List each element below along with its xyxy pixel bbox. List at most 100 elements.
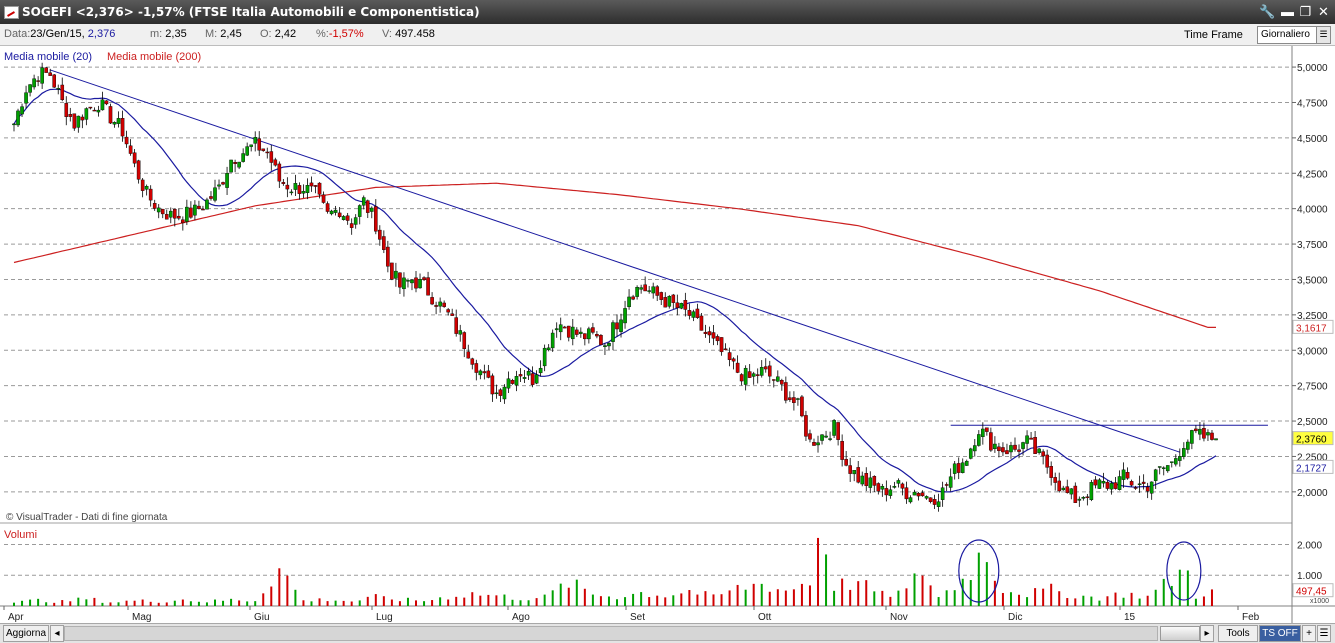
candle-body — [462, 332, 467, 350]
plus-icon[interactable]: + — [1302, 625, 1316, 642]
volume-bar — [479, 595, 482, 606]
candle-body — [32, 78, 36, 88]
candle-body — [566, 325, 571, 338]
candle-body — [446, 309, 450, 313]
candle-body — [128, 145, 133, 154]
volume-bar — [616, 599, 619, 606]
volume-bar — [632, 593, 635, 606]
candle-body — [635, 286, 639, 297]
candle-body — [928, 497, 933, 502]
volume-bar — [205, 602, 208, 606]
candle-body — [1117, 476, 1122, 490]
candle-body — [450, 313, 454, 316]
volume-bar — [53, 602, 56, 606]
minimize-button[interactable]: ▬ — [1279, 3, 1296, 20]
time-tick-label: Apr — [8, 612, 24, 623]
candle-body — [659, 292, 664, 300]
volume-bar — [254, 601, 257, 606]
candle-body — [116, 118, 121, 124]
volume-bar — [977, 552, 980, 606]
volume-bar — [656, 595, 659, 606]
candle-body — [993, 443, 997, 450]
candle-body — [607, 343, 611, 347]
candle-body — [293, 183, 298, 190]
pct-label: %: — [316, 28, 329, 40]
candle-body — [844, 458, 848, 466]
candle-body — [36, 80, 40, 82]
candle-body — [964, 460, 969, 466]
chevron-down-icon[interactable]: ☰ — [1316, 27, 1330, 43]
candle-body — [924, 496, 929, 499]
candle-body — [599, 335, 603, 345]
volume-bar — [1090, 596, 1093, 606]
candle-body — [1069, 488, 1074, 495]
candle-body — [522, 377, 527, 379]
volume-bar — [495, 595, 498, 606]
candle-body — [518, 374, 523, 377]
volume-bar — [535, 598, 538, 606]
volume-bar — [1138, 598, 1141, 606]
candle-body — [466, 351, 471, 359]
candle-body — [747, 371, 752, 378]
candle-body — [595, 334, 599, 337]
volume-bar — [398, 601, 401, 606]
tools-icon[interactable]: 🔧 — [1259, 3, 1276, 20]
volume-bar — [1018, 594, 1021, 606]
candle-body — [904, 487, 909, 500]
candle-body — [486, 370, 491, 378]
candle-body — [916, 493, 921, 497]
candle-body — [864, 473, 869, 486]
restore-button[interactable]: ❐ — [1297, 3, 1314, 20]
volume-bar — [1186, 570, 1189, 606]
horizontal-scrollbar-track[interactable] — [64, 626, 1158, 641]
scrollbar-thumb[interactable] — [1160, 626, 1200, 641]
volume-bar — [101, 602, 104, 606]
candle-body — [269, 151, 274, 163]
volume-bar — [841, 578, 844, 606]
volume-bar — [326, 601, 329, 606]
price-tick-label: 4,2500 — [1297, 169, 1328, 180]
candle-body — [241, 153, 245, 162]
volume-marker-label: 497,45 — [1296, 587, 1327, 598]
volume-bar — [1202, 596, 1205, 606]
price-marker-label: 2,3760 — [1296, 435, 1327, 446]
chart-area[interactable]: 5,0000 4,7500 4,5000 4,2500 4,0000 3,7500 3,50… — [0, 46, 1335, 623]
volume-bar — [744, 589, 747, 606]
volume-bar — [1178, 569, 1181, 606]
tools-button[interactable]: Tools — [1218, 625, 1258, 642]
candle-body — [695, 308, 700, 318]
timeframe-select[interactable]: Giornaliero ☰ — [1257, 26, 1331, 44]
candle-body — [317, 182, 322, 195]
candle-body — [168, 210, 173, 218]
volume-bar — [1074, 598, 1077, 606]
volume-bar — [173, 600, 176, 606]
refresh-button[interactable]: Aggiorna — [3, 625, 49, 642]
menu-icon[interactable]: ☰ — [1317, 625, 1331, 642]
candle-body — [804, 415, 808, 437]
candle-body — [691, 311, 696, 318]
ts-toggle-button[interactable]: TS OFF — [1259, 625, 1301, 642]
candle-body — [374, 206, 378, 232]
candle-body — [394, 270, 398, 279]
volume-bar — [270, 586, 273, 606]
candle-body — [558, 324, 563, 333]
candle-body — [285, 184, 290, 190]
candle-body — [1053, 477, 1057, 483]
volume-bar — [760, 583, 763, 606]
scroll-left-button[interactable]: ◂ — [50, 625, 64, 642]
pct-value: -1,57% — [328, 28, 364, 40]
candle-body — [603, 345, 607, 347]
candle-body — [784, 382, 788, 401]
volume-bar — [37, 598, 40, 606]
candle-body — [739, 374, 744, 382]
close-button[interactable]: ✕ — [1315, 3, 1332, 20]
candle-body — [852, 470, 856, 475]
candle-body — [989, 432, 993, 451]
volume-bar — [181, 599, 184, 606]
volume-bar — [833, 590, 836, 606]
volume-bar — [455, 596, 458, 606]
scroll-right-button[interactable]: ▸ — [1200, 625, 1214, 642]
price-chart[interactable]: 5,0000 4,7500 4,5000 4,2500 4,0000 3,7500 3,50… — [0, 46, 1335, 623]
candle-body — [1093, 479, 1098, 486]
volume-bar — [302, 600, 305, 606]
